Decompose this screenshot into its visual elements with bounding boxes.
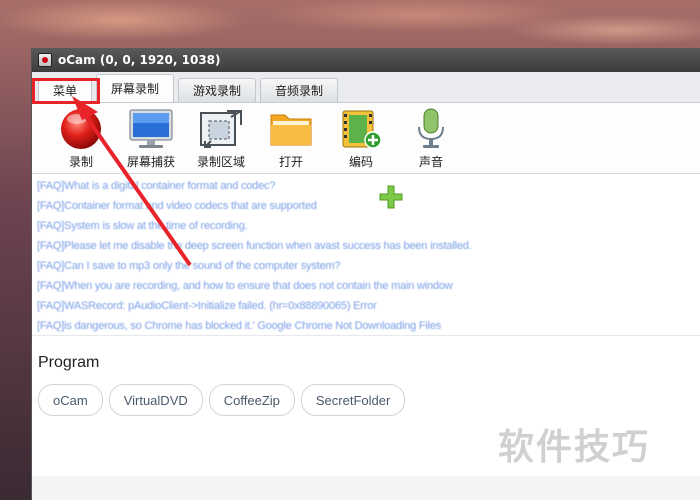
tab-audio-recording[interactable]: 音频录制	[260, 78, 339, 102]
tab-screen-recording[interactable]: 屏幕录制	[96, 74, 175, 102]
tab-menu[interactable]: 菜单	[38, 78, 93, 102]
title-bar[interactable]: oCam (0, 0, 1920, 1038)	[32, 48, 700, 72]
program-section: Program oCam VirtualDVD CoffeeZip Secret…	[32, 336, 700, 476]
ocam-window: oCam (0, 0, 1920, 1038) 菜单 屏幕录制 游戏录制 音频录…	[31, 48, 700, 500]
sound-button[interactable]: 声音	[398, 107, 464, 170]
record-icon	[57, 107, 105, 151]
log-line[interactable]: [FAQ]When you are recording, and how to …	[37, 276, 700, 296]
film-add-icon	[337, 107, 385, 151]
record-label: 录制	[68, 154, 93, 169]
program-list: oCam VirtualDVD CoffeeZip SecretFolder	[38, 384, 700, 416]
log-line[interactable]: [FAQ]WASRecord: pAudioClient->Initialize…	[37, 296, 700, 316]
microphone-icon	[407, 107, 455, 151]
ocam-app-icon	[38, 53, 52, 67]
program-title: Program	[38, 354, 100, 371]
toolbar: 录制 屏幕捕获 录制区域 打开 编码 声音	[32, 103, 700, 174]
program-pill-coffeezip[interactable]: CoffeeZip	[208, 384, 295, 416]
log-line[interactable]: [FAQ]What is a digital container format …	[37, 176, 700, 196]
log-line[interactable]: [FAQ]Please let me disable the deep scre…	[37, 236, 700, 256]
screen-capture-button[interactable]: 屏幕捕获	[118, 107, 184, 170]
log-line[interactable]: [FAQ]Container format and video codecs t…	[37, 196, 700, 216]
tab-game-recording[interactable]: 游戏录制	[178, 78, 257, 102]
screen-capture-label: 屏幕捕获	[126, 154, 175, 169]
tab-bar: 菜单 屏幕录制 游戏录制 音频录制	[32, 72, 700, 103]
program-pill-secretfolder[interactable]: SecretFolder	[300, 384, 406, 416]
monitor-icon	[127, 107, 175, 151]
open-label: 打开	[278, 154, 303, 169]
window-title: oCam (0, 0, 1920, 1038)	[58, 53, 221, 67]
codec-label: 编码	[348, 154, 373, 169]
area-resize-icon	[197, 107, 245, 151]
open-button[interactable]: 打开	[258, 107, 324, 170]
program-pill-virtualdvd[interactable]: VirtualDVD	[108, 384, 203, 416]
log-line[interactable]: [FAQ]is dangerous, so Chrome has blocked…	[37, 316, 700, 336]
sound-label: 声音	[418, 154, 443, 169]
record-area-label: 录制区域	[196, 154, 245, 169]
log-line[interactable]: [FAQ]System is slow at the time of recor…	[37, 216, 700, 236]
record-area-button[interactable]: 录制区域	[188, 107, 254, 170]
move-cursor-icon	[379, 185, 403, 209]
record-button[interactable]: 录制	[48, 107, 114, 170]
faq-log-panel: [FAQ]What is a digital container format …	[32, 174, 700, 336]
folder-icon	[267, 107, 315, 151]
codec-button[interactable]: 编码	[328, 107, 394, 170]
program-pill-ocam[interactable]: oCam	[38, 384, 103, 416]
log-line[interactable]: [FAQ]Can I save to mp3 only the sound of…	[37, 256, 700, 276]
